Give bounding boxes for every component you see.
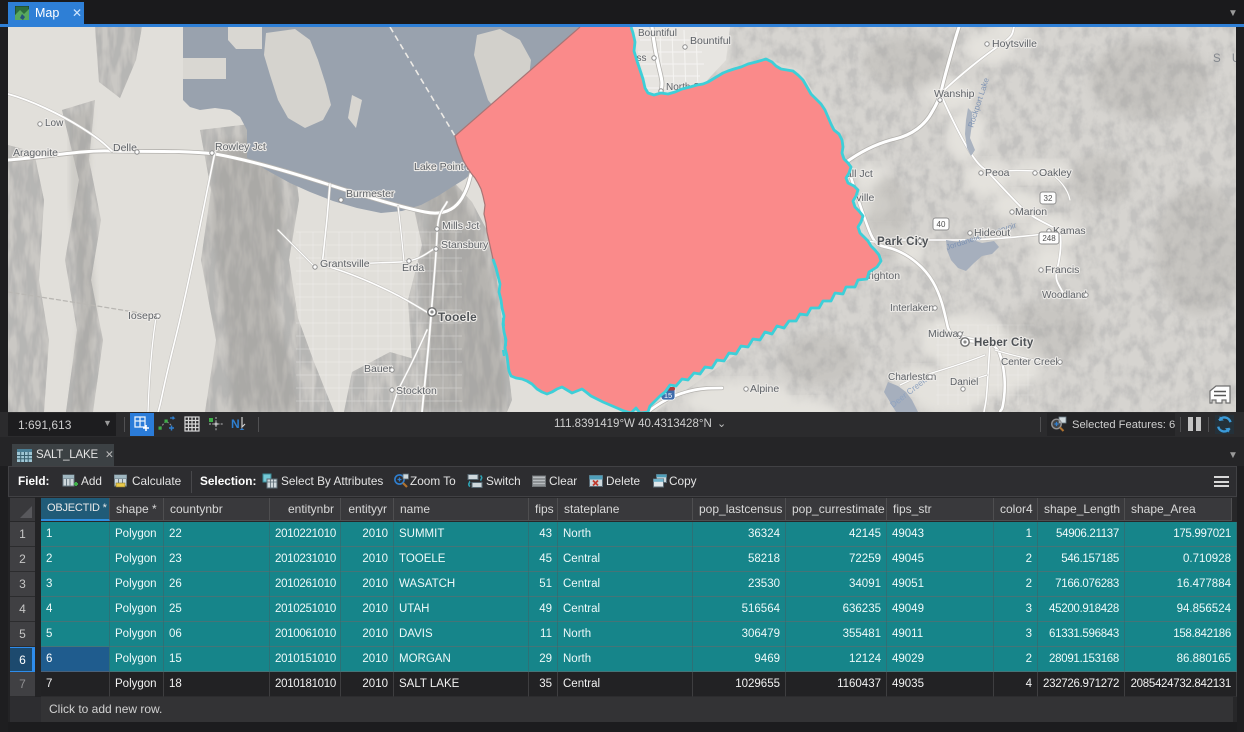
svg-text:Marion: Marion xyxy=(1015,206,1047,218)
svg-text:Iosepa: Iosepa xyxy=(128,310,160,322)
svg-text:Heber City: Heber City xyxy=(974,337,1034,349)
svg-text:Alpine: Alpine xyxy=(750,383,779,395)
svg-text:32: 32 xyxy=(1044,194,1053,203)
svg-text:S U: S U xyxy=(1213,53,1236,65)
svg-text:40: 40 xyxy=(937,220,946,229)
svg-text:Daniel: Daniel xyxy=(950,377,978,388)
svg-text:Delle: Delle xyxy=(113,142,137,154)
svg-text:Low: Low xyxy=(45,118,64,129)
svg-text:Hoytsville: Hoytsville xyxy=(992,38,1037,50)
svg-text:Erda: Erda xyxy=(402,262,424,274)
svg-text:Rowley Jct: Rowley Jct xyxy=(215,141,266,153)
svg-text:Bauer: Bauer xyxy=(364,363,393,375)
svg-text:Stockton: Stockton xyxy=(396,385,437,397)
svg-text:Center Creek: Center Creek xyxy=(1001,357,1061,368)
svg-text:Bountiful: Bountiful xyxy=(690,35,731,47)
svg-text:Tooele: Tooele xyxy=(438,310,477,324)
svg-text:Burmester: Burmester xyxy=(346,188,395,200)
svg-text:Francis: Francis xyxy=(1045,264,1079,276)
svg-text:248: 248 xyxy=(1042,234,1056,243)
svg-text:Grantsville: Grantsville xyxy=(320,258,370,270)
svg-text:Hideout: Hideout xyxy=(974,227,1010,239)
svg-text:Interlaken: Interlaken xyxy=(890,303,934,314)
svg-text:Aragonite: Aragonite xyxy=(13,147,58,159)
svg-text:Peoa: Peoa xyxy=(985,167,1010,179)
svg-text:Woodland: Woodland xyxy=(1042,290,1087,301)
svg-text:Oakley: Oakley xyxy=(1039,167,1072,179)
svg-text:Bountiful: Bountiful xyxy=(638,28,677,39)
svg-text:Mills Jct: Mills Jct xyxy=(442,220,479,232)
svg-text:N: N xyxy=(231,417,240,431)
